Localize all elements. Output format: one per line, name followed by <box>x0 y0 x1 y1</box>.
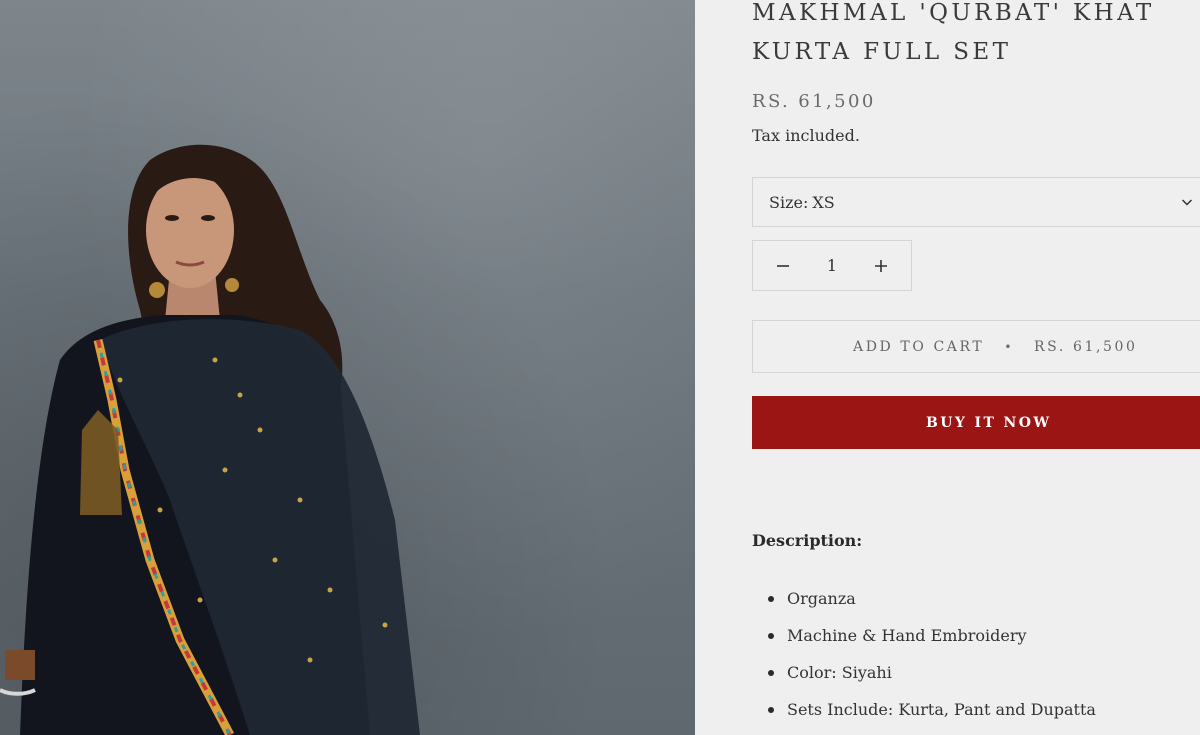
description-list: Organza Machine & Hand Embroidery Color:… <box>752 581 1192 729</box>
list-item-text: Color: Siyahi <box>787 663 892 682</box>
list-item: Machine & Hand Embroidery <box>752 618 1192 655</box>
buy-it-now-label: BUY IT NOW <box>926 414 1052 431</box>
model-illustration <box>0 144 420 735</box>
tax-note: Tax included. <box>752 126 860 145</box>
description-heading: Description: <box>752 531 863 550</box>
bullet-icon <box>768 707 774 713</box>
size-label: Size: <box>769 192 809 212</box>
size-selector[interactable]: Size: XS <box>752 177 1200 227</box>
chevron-down-icon <box>1181 199 1193 206</box>
plus-icon <box>875 259 887 272</box>
size-value: XS <box>812 192 835 212</box>
add-to-cart-button[interactable]: ADD TO CART • RS. 61,500 <box>752 320 1200 373</box>
list-item-text: Machine & Hand Embroidery <box>787 626 1027 645</box>
list-item: Organza <box>752 581 1192 618</box>
size-selector-text: Size: XS <box>769 193 835 212</box>
add-to-cart-label: ADD TO CART <box>853 338 985 355</box>
quantity-value[interactable]: 1 <box>814 256 850 275</box>
quantity-increment-button[interactable] <box>851 241 911 290</box>
product-title: MAKHMAL 'QURBAT' KHAT KURTA FULL SET <box>752 0 1155 65</box>
list-item: Sets Include: Kurta, Pant and Dupatta <box>752 692 1192 729</box>
product-price: RS. 61,500 <box>752 91 876 112</box>
bullet-icon <box>768 670 774 676</box>
list-item-text: Organza <box>787 589 856 608</box>
quantity-decrement-button[interactable] <box>753 241 813 290</box>
minus-icon <box>777 264 789 267</box>
quantity-stepper: 1 <box>752 240 912 291</box>
bullet-icon <box>768 633 774 639</box>
add-to-cart-separator: • <box>1004 339 1015 354</box>
bullet-icon <box>768 596 774 602</box>
list-item: Color: Siyahi <box>752 655 1192 692</box>
product-image[interactable] <box>0 0 695 735</box>
buy-it-now-button[interactable]: BUY IT NOW <box>752 396 1200 449</box>
add-to-cart-price: RS. 61,500 <box>1034 338 1138 355</box>
list-item-text: Sets Include: Kurta, Pant and Dupatta <box>787 700 1096 719</box>
